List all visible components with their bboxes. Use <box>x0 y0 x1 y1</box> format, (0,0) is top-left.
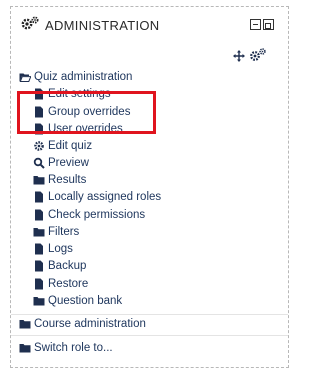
tree-item-label: Course administration <box>34 318 146 330</box>
folder-icon <box>33 174 45 186</box>
minimize-box-icon[interactable] <box>250 19 261 30</box>
tree-item-results[interactable]: Results <box>33 172 86 188</box>
gear-icon <box>33 140 45 152</box>
tree-item-switch-role[interactable]: Switch role to... <box>19 340 113 356</box>
tree-item-restore[interactable]: Restore <box>33 276 88 292</box>
file-icon <box>33 191 45 203</box>
tree-item-question-bank[interactable]: Question bank <box>33 293 122 309</box>
tree-item-label: Check permissions <box>48 209 146 221</box>
folder-icon <box>19 318 31 330</box>
tree-item-course-administration[interactable]: Course administration <box>19 316 146 332</box>
tree-item-label: Preview <box>48 157 89 169</box>
tree-item-label: Backup <box>48 260 87 272</box>
tree-item-quiz-administration[interactable]: Quiz administration <box>19 69 132 85</box>
tree-item-label: Results <box>48 174 87 186</box>
gears-menu-icon[interactable] <box>249 47 267 68</box>
magnifier-icon <box>33 157 45 169</box>
dock-box-icon[interactable] <box>263 19 274 30</box>
folder-icon <box>33 295 45 307</box>
tree-item-backup[interactable]: Backup <box>33 258 86 274</box>
folder-icon <box>19 342 31 354</box>
tree-item-filters[interactable]: Filters <box>33 224 79 240</box>
block-tools <box>233 47 267 68</box>
tree-item-label: Restore <box>48 278 89 290</box>
tree-item-label: Locally assigned roles <box>48 191 162 203</box>
tree-item-logs[interactable]: Logs <box>33 241 73 257</box>
tree-item-locally-assigned-roles[interactable]: Locally assigned roles <box>33 189 161 205</box>
divider <box>11 314 288 315</box>
file-icon <box>33 260 45 272</box>
tree-item-check-permissions[interactable]: Check permissions <box>33 207 145 223</box>
tree-item-label: Question bank <box>48 295 123 307</box>
file-icon <box>33 209 45 221</box>
file-icon <box>33 278 45 290</box>
folder-icon <box>33 226 45 238</box>
tree-item-edit-quiz[interactable]: Edit quiz <box>33 138 92 154</box>
administration-block: ADMINISTRATION Quiz administration Edit … <box>10 6 289 368</box>
folder-open-icon <box>19 71 31 83</box>
tree-item-label: Edit quiz <box>48 140 93 152</box>
tree-item-label: Switch role to... <box>34 342 113 354</box>
tree-item-label: Quiz administration <box>34 71 133 83</box>
tree-item-label: Filters <box>48 226 80 238</box>
file-icon <box>33 243 45 255</box>
tree-item-preview[interactable]: Preview <box>33 155 89 171</box>
tree-item-label: Logs <box>48 243 73 255</box>
highlight-box <box>17 91 156 134</box>
move-arrows-icon[interactable] <box>233 49 245 67</box>
block-header: ADMINISTRATION <box>11 7 288 37</box>
block-title: ADMINISTRATION <box>45 18 160 33</box>
divider <box>11 335 288 336</box>
gears-icon <box>20 15 40 33</box>
